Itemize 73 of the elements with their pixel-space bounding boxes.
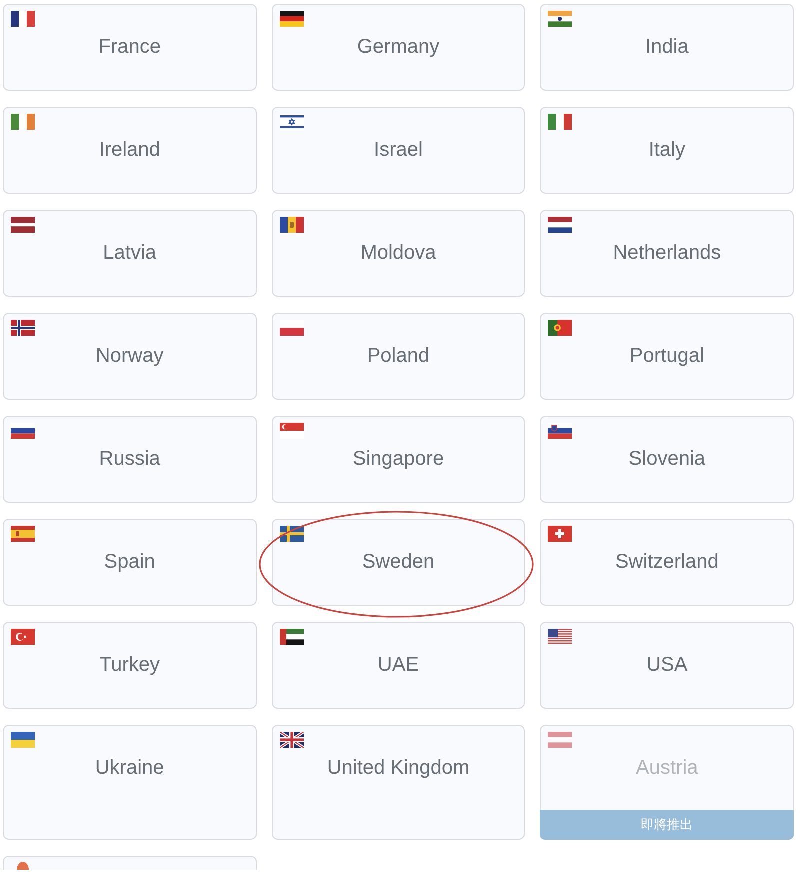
country-name: Ireland [98, 138, 162, 162]
country-name: Poland [366, 344, 431, 368]
country-name: USA [646, 653, 689, 677]
flag-icon [11, 526, 35, 542]
country-card[interactable]: USA [540, 622, 794, 709]
country-name: United Kingdom [326, 756, 471, 780]
country-name: India [644, 35, 690, 59]
country-name: Moldova [360, 241, 438, 265]
country-name: Austria [635, 756, 700, 780]
country-card[interactable]: Ukraine [3, 725, 257, 840]
country-card[interactable]: Sweden [272, 519, 526, 606]
country-name: Latvia [102, 241, 158, 265]
flag-icon [280, 114, 304, 130]
flag-icon [11, 629, 35, 645]
flag-icon [11, 11, 35, 27]
flag-icon [280, 320, 304, 336]
country-name: Italy [648, 138, 686, 162]
flag-icon [548, 11, 572, 27]
country-card[interactable]: United Kingdom [272, 725, 526, 840]
country-name: Norway [94, 344, 165, 368]
country-name: France [98, 35, 162, 59]
flag-icon [548, 114, 572, 130]
country-card[interactable]: Poland [272, 313, 526, 400]
country-name: Spain [103, 550, 156, 574]
country-name: Netherlands [612, 241, 722, 265]
flag-icon [280, 11, 304, 27]
country-card[interactable]: Israel [272, 107, 526, 194]
flag-icon [548, 732, 572, 748]
flag-icon [280, 732, 304, 748]
flag-icon [548, 526, 572, 542]
country-card[interactable]: Portugal [540, 313, 794, 400]
country-card[interactable]: Russia [3, 416, 257, 503]
flag-icon [17, 862, 29, 870]
flag-icon [280, 423, 304, 439]
country-name: Portugal [628, 344, 706, 368]
flag-icon [548, 320, 572, 336]
flag-icon [548, 423, 572, 439]
country-name: Slovenia [628, 447, 707, 471]
country-name: Turkey [98, 653, 162, 677]
country-name: Ukraine [94, 756, 166, 780]
country-card[interactable] [3, 856, 257, 870]
flag-icon [11, 423, 35, 439]
country-name: Israel [373, 138, 424, 162]
country-card[interactable]: UAE [272, 622, 526, 709]
country-card[interactable]: Latvia [3, 210, 257, 297]
country-name: Switzerland [614, 550, 720, 574]
country-card[interactable]: Ireland [3, 107, 257, 194]
flag-icon [11, 114, 35, 130]
flag-icon [548, 217, 572, 233]
coming-soon-banner: 即將推出 [540, 810, 794, 840]
country-card[interactable]: Italy [540, 107, 794, 194]
country-name: Sweden [361, 550, 436, 574]
flag-icon [11, 732, 35, 748]
flag-icon [280, 217, 304, 233]
country-card[interactable]: Moldova [272, 210, 526, 297]
country-card[interactable]: Switzerland [540, 519, 794, 606]
country-card[interactable]: Slovenia [540, 416, 794, 503]
country-name: UAE [376, 653, 420, 677]
country-name: Germany [356, 35, 441, 59]
country-card[interactable]: Netherlands [540, 210, 794, 297]
flag-icon [280, 629, 304, 645]
flag-icon [11, 217, 35, 233]
country-card[interactable]: India [540, 4, 794, 91]
country-card[interactable]: Turkey [3, 622, 257, 709]
country-name: Singapore [352, 447, 446, 471]
flag-icon [548, 629, 572, 645]
flag-icon [11, 320, 35, 336]
country-card[interactable]: France [3, 4, 257, 91]
country-name: Russia [98, 447, 162, 471]
country-card[interactable]: Norway [3, 313, 257, 400]
country-card[interactable]: Germany [272, 4, 526, 91]
country-card[interactable]: Spain [3, 519, 257, 606]
country-card[interactable]: Singapore [272, 416, 526, 503]
